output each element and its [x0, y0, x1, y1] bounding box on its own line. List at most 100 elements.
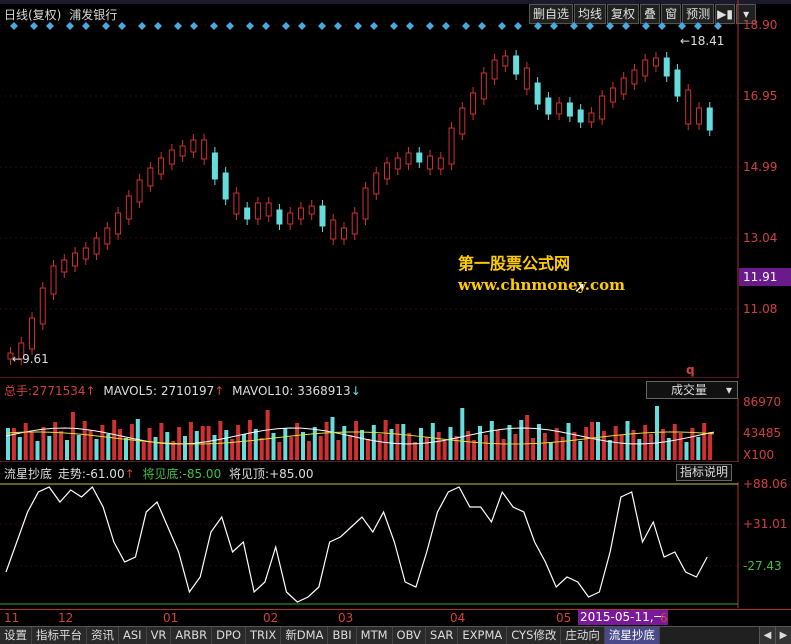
- candle-body: [437, 157, 444, 170]
- volume-bar: [301, 432, 305, 460]
- watermark-url: www.chnmoney.com: [458, 276, 625, 294]
- tab-cys-modified[interactable]: CYS修改: [507, 627, 562, 644]
- volume-bar: [625, 421, 630, 460]
- signal-diamond-icon: [138, 22, 146, 30]
- indicator-help-button[interactable]: 指标说明: [676, 464, 732, 481]
- volume-bar: [678, 433, 683, 460]
- price-axis-label: 18.90: [743, 18, 778, 32]
- tab-next-icon[interactable]: ▶: [775, 627, 791, 644]
- down-arrow-icon: ↓: [350, 384, 361, 398]
- candle-body: [631, 69, 638, 85]
- volume-bar: [424, 437, 429, 460]
- tab-obv[interactable]: OBV: [392, 627, 426, 644]
- low-price-marker: ←9.61: [12, 352, 49, 366]
- volume-bar: [436, 432, 441, 460]
- volume-bar: [519, 420, 524, 460]
- price-axis-label: 11.08: [743, 302, 778, 316]
- candle-body: [190, 139, 197, 153]
- signal-diamond-icon: [282, 22, 290, 30]
- volume-bar: [212, 435, 217, 460]
- volume-bar: [23, 423, 28, 460]
- volume-bar: [224, 430, 229, 460]
- month-label: 11: [4, 611, 20, 625]
- tab-mtm[interactable]: MTM: [356, 627, 393, 644]
- tab-new-dma[interactable]: 新DMA: [281, 627, 329, 644]
- volume-bar: [566, 423, 571, 460]
- candle-body: [82, 247, 89, 260]
- volume-bar: [413, 442, 418, 460]
- candle-body: [93, 237, 100, 255]
- candle-body: [577, 109, 584, 123]
- low-price-value: 9.61: [22, 352, 49, 366]
- tab-asi[interactable]: ASI: [119, 627, 147, 644]
- candle-body: [384, 162, 391, 180]
- volume-bar: [383, 420, 388, 460]
- month-label: 6: [660, 611, 668, 625]
- volume-bar: [65, 440, 69, 460]
- candle-body: [125, 195, 132, 220]
- tab-bbi[interactable]: BBI: [328, 627, 357, 644]
- signal-diamond-icon: [534, 22, 542, 30]
- volume-bar: [70, 412, 75, 460]
- tab-navigation: ◀ ▶: [759, 627, 791, 644]
- volume-bar: [94, 439, 99, 460]
- candle-body: [513, 55, 520, 75]
- candle-body: [104, 227, 111, 245]
- signal-diamond-icon: [514, 22, 522, 30]
- top-label: 将见顶:: [229, 467, 270, 481]
- tab-trix[interactable]: TRIX: [246, 627, 282, 644]
- candle-body: [674, 69, 681, 97]
- volume-indicator-select[interactable]: 成交量 ▾: [646, 381, 738, 399]
- indicator-axis-label: +31.01: [743, 517, 788, 531]
- volume-bar: [124, 438, 128, 460]
- signal-diamond-icon: [246, 22, 254, 30]
- volume-bar: [507, 425, 512, 460]
- candle-body: [244, 207, 251, 220]
- volume-axis-label: 43485: [743, 426, 782, 440]
- volume-bar: [643, 425, 648, 460]
- watermark-title: 第一股票公式网: [458, 254, 571, 273]
- volume-bar: [118, 429, 123, 460]
- candle-body: [416, 152, 423, 163]
- tab-meteor-bottom[interactable]: 流星抄底: [604, 627, 660, 644]
- volume-bar: [696, 437, 701, 460]
- candle-body: [405, 152, 412, 165]
- candle-body: [265, 202, 272, 217]
- volume-bar: [112, 420, 117, 460]
- volume-bar: [200, 426, 205, 460]
- tab-dpo[interactable]: DPO: [212, 627, 247, 644]
- volume-bar: [578, 441, 583, 460]
- volume-bar: [141, 442, 146, 460]
- tab-settings[interactable]: 设置: [0, 627, 32, 644]
- candle-body: [609, 87, 616, 103]
- candle-body: [287, 212, 294, 225]
- tab-arbr[interactable]: ARBR: [171, 627, 213, 644]
- volume-bar: [59, 431, 64, 460]
- candle-body: [147, 167, 154, 187]
- date-cursor-label: 2015-05-11,一: [578, 610, 668, 625]
- volume-bar: [448, 427, 453, 460]
- chevron-down-icon: ▾: [725, 383, 732, 397]
- indicator-axis-label: +88.06: [743, 477, 788, 491]
- volume-bar: [100, 425, 105, 460]
- tab-indicator-platform[interactable]: 指标平台: [32, 627, 87, 644]
- volume-bar: [354, 421, 359, 460]
- volume-bar: [371, 425, 376, 460]
- tab-dealer-trend[interactable]: 庄动向: [561, 627, 605, 644]
- tab-sar[interactable]: SAR: [425, 627, 459, 644]
- volume-bar: [88, 430, 93, 460]
- volume-bar: [619, 435, 624, 460]
- volume-bar: [460, 408, 465, 460]
- volume-bar: [129, 424, 134, 460]
- volume-bar: [159, 423, 164, 460]
- tab-prev-icon[interactable]: ◀: [759, 627, 775, 644]
- candle-body: [695, 107, 702, 125]
- volume-bar: [283, 428, 288, 460]
- tab-vr[interactable]: VR: [146, 627, 172, 644]
- tab-news[interactable]: 资讯: [87, 627, 119, 644]
- candle-body: [706, 107, 713, 131]
- signal-diamond-icon: [390, 22, 398, 30]
- indicator-trend-line: [5, 486, 708, 603]
- tab-expma[interactable]: EXPMA: [458, 627, 508, 644]
- volume-bar: [702, 423, 707, 460]
